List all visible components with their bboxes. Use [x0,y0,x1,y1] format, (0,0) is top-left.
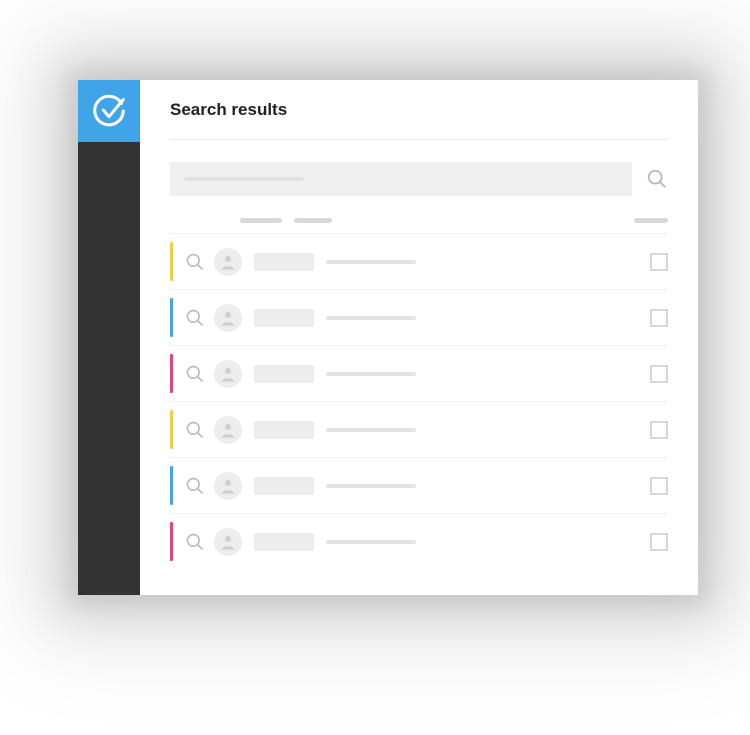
avatar [214,416,242,444]
accent-stripe [170,466,173,505]
column-headers [170,218,668,233]
result-row[interactable] [170,457,668,513]
avatar [214,248,242,276]
row-search-button[interactable] [184,475,206,497]
row-search-button[interactable] [184,419,206,441]
row-search-button[interactable] [184,251,206,273]
row-checkbox[interactable] [650,533,668,551]
result-name [254,253,314,271]
checkmark-circle-icon [90,92,128,130]
result-row[interactable] [170,289,668,345]
row-search-button[interactable] [184,363,206,385]
search-icon [185,420,205,440]
row-search-button[interactable] [184,531,206,553]
search-icon [185,308,205,328]
result-name [254,421,314,439]
person-icon [219,533,237,551]
row-checkbox[interactable] [650,253,668,271]
search-icon [185,476,205,496]
avatar [214,360,242,388]
person-icon [219,253,237,271]
result-row[interactable] [170,233,668,289]
column-header-3 [634,218,668,223]
search-icon [185,252,205,272]
avatar [214,472,242,500]
result-detail [326,484,416,488]
row-checkbox[interactable] [650,477,668,495]
column-header-2 [294,218,332,223]
result-row[interactable] [170,401,668,457]
search-icon [646,168,668,190]
result-name [254,309,314,327]
results-list [170,233,668,569]
sidebar [78,80,140,595]
app-window: Search results [78,80,698,595]
result-detail [326,316,416,320]
row-checkbox[interactable] [650,309,668,327]
result-name [254,365,314,383]
search-icon [185,364,205,384]
search-icon [185,532,205,552]
accent-stripe [170,242,173,281]
page-title: Search results [170,80,668,140]
result-name [254,477,314,495]
accent-stripe [170,410,173,449]
row-search-button[interactable] [184,307,206,329]
row-checkbox[interactable] [650,365,668,383]
app-logo[interactable] [78,80,140,142]
accent-stripe [170,298,173,337]
person-icon [219,365,237,383]
person-icon [219,421,237,439]
result-detail [326,372,416,376]
main-content: Search results [140,80,698,595]
person-icon [219,309,237,327]
person-icon [219,477,237,495]
column-header-1 [240,218,282,223]
result-detail [326,540,416,544]
row-checkbox[interactable] [650,421,668,439]
result-row[interactable] [170,345,668,401]
accent-stripe [170,354,173,393]
avatar [214,304,242,332]
search-button[interactable] [646,168,668,190]
search-input[interactable] [170,162,632,196]
result-detail [326,428,416,432]
avatar [214,528,242,556]
result-detail [326,260,416,264]
accent-stripe [170,522,173,561]
search-bar [170,140,668,218]
result-name [254,533,314,551]
result-row[interactable] [170,513,668,569]
